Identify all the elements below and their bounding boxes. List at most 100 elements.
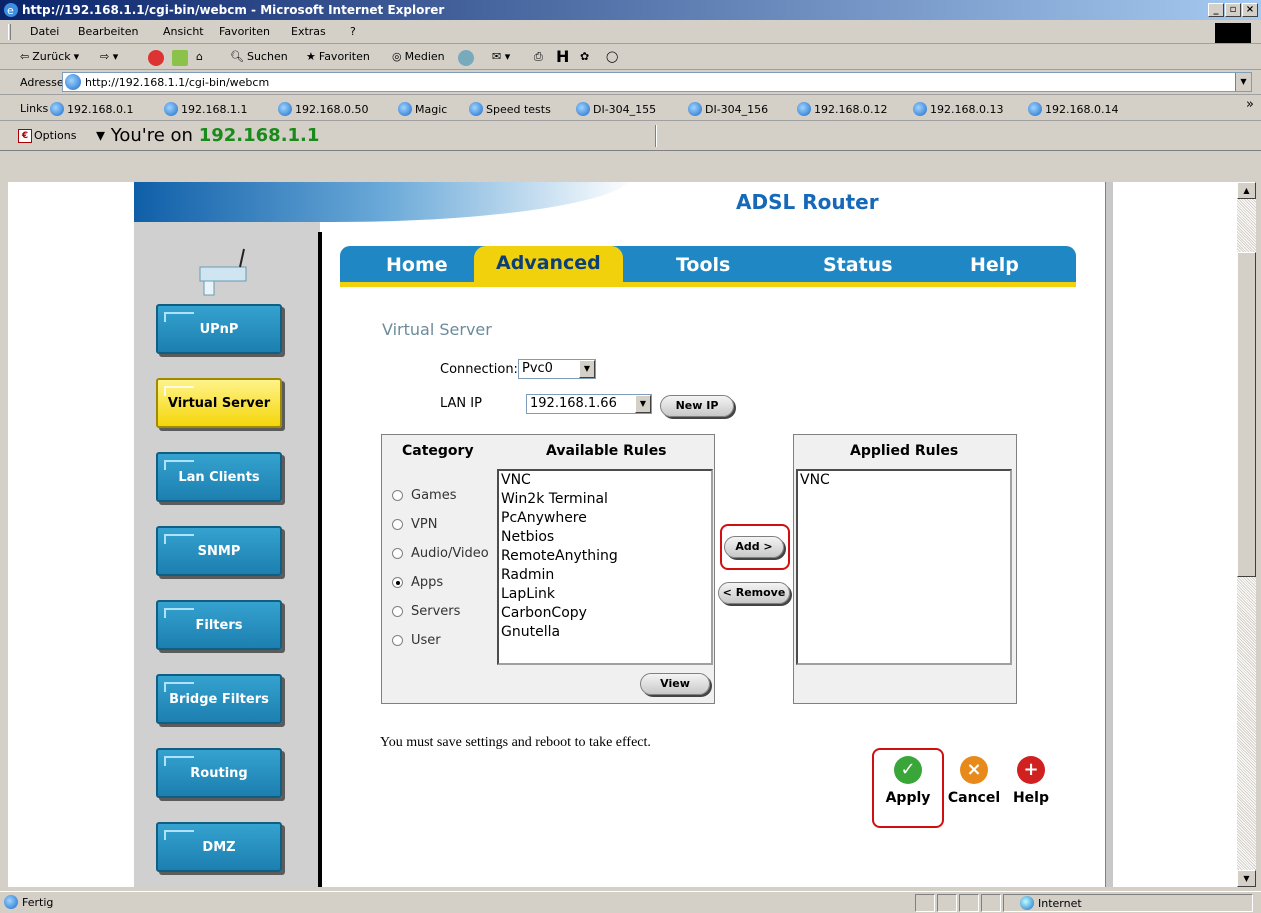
favorites-button[interactable]: ★ Favoriten	[306, 50, 370, 63]
link-item[interactable]: Magic	[398, 102, 447, 116]
category-radio-vpn[interactable]: VPN	[392, 517, 437, 532]
radio-label: Audio/Video	[411, 546, 489, 561]
link-item[interactable]: 192.168.0.50	[278, 102, 368, 116]
category-radio-apps[interactable]: Apps	[392, 575, 443, 590]
link-item[interactable]: 192.168.0.12	[797, 102, 887, 116]
home-button[interactable]: ⌂	[196, 50, 203, 63]
search-button[interactable]: 🔍︎ Suchen	[230, 50, 288, 63]
options-button[interactable]: Options	[34, 129, 76, 142]
list-item[interactable]: Win2k Terminal	[501, 490, 711, 509]
menu-datei[interactable]: Datei	[30, 25, 59, 38]
link-label: 192.168.1.1	[181, 102, 248, 116]
scroll-thumb[interactable]	[1237, 252, 1256, 577]
category-radio-games[interactable]: Games	[392, 488, 456, 503]
list-item[interactable]: CarbonCopy	[501, 604, 711, 623]
flower-icon: ✿	[580, 50, 590, 63]
sidebar-snmp-button[interactable]: SNMP	[156, 526, 282, 576]
sidebar-filters-button[interactable]: Filters	[156, 600, 282, 650]
messenger-button[interactable]: ◯	[606, 50, 618, 63]
scroll-down-icon[interactable]: ▼	[1237, 870, 1256, 887]
ie-link-icon	[1028, 102, 1042, 116]
remove-button[interactable]: < Remove	[718, 582, 790, 604]
sidebar-lan-clients-button[interactable]: Lan Clients	[156, 452, 282, 502]
category-radio-audio-video[interactable]: Audio/Video	[392, 546, 489, 561]
list-item[interactable]: VNC	[800, 471, 1010, 490]
new-ip-button[interactable]: New IP	[660, 395, 734, 417]
add-button[interactable]: Add >	[724, 536, 784, 558]
list-item[interactable]: PcAnywhere	[501, 509, 711, 528]
window-title-bar[interactable]: e http://192.168.1.1/cgi-bin/webcm - Mic…	[0, 0, 1261, 20]
sidebar-virtual-server-button[interactable]: Virtual Server	[156, 378, 282, 428]
forward-button[interactable]: ⇨ ▾	[100, 50, 118, 63]
h-icon: H	[556, 47, 570, 66]
links-more-chevron[interactable]: »	[1246, 97, 1254, 112]
list-item[interactable]: Gnutella	[501, 623, 711, 642]
address-dropdown-icon[interactable]: ▼	[1235, 73, 1251, 91]
link-item[interactable]: 192.168.0.13	[913, 102, 1003, 116]
tab-advanced[interactable]: Advanced	[474, 246, 623, 286]
menu-extras[interactable]: Extras	[291, 25, 326, 38]
vertical-scrollbar[interactable]: ▲ ▼	[1237, 182, 1256, 887]
sidebar-upnp-button[interactable]: UPnP	[156, 304, 282, 354]
list-item[interactable]: Radmin	[501, 566, 711, 585]
link-label: DI-304_156	[705, 102, 769, 116]
list-item[interactable]: Netbios	[501, 528, 711, 547]
connection-select[interactable]: Pvc0 ▼	[518, 359, 596, 379]
back-button[interactable]: ⇦ Zurück ▾	[20, 50, 79, 63]
applied-rules-list[interactable]: VNC	[796, 469, 1012, 665]
refresh-button[interactable]	[172, 50, 188, 66]
list-item[interactable]: LapLink	[501, 585, 711, 604]
lan-ip-value: 192.168.1.66	[530, 396, 617, 411]
view-button[interactable]: View	[640, 673, 710, 695]
tab-home[interactable]: Home	[386, 254, 448, 276]
help-button[interactable]: + Help	[1008, 756, 1054, 806]
sidebar-dmz-button[interactable]: DMZ	[156, 822, 282, 872]
mail-button[interactable]: ✉ ▾	[492, 50, 510, 63]
link-item[interactable]: DI-304_155	[576, 102, 656, 116]
address-url: http://192.168.1.1/cgi-bin/webcm	[85, 76, 270, 89]
address-input[interactable]: http://192.168.1.1/cgi-bin/webcm ▼	[62, 72, 1252, 92]
link-item[interactable]: 192.168.0.14	[1028, 102, 1118, 116]
cancel-button[interactable]: × Cancel	[944, 756, 1004, 806]
radio-icon	[392, 635, 403, 646]
tab-help[interactable]: Help	[970, 254, 1019, 276]
address-bar: Adresse http://192.168.1.1/cgi-bin/webcm…	[0, 70, 1261, 95]
tab-underline	[340, 282, 1076, 287]
available-rules-list[interactable]: VNC Win2k Terminal PcAnywhere Netbios Re…	[497, 469, 713, 665]
print-button[interactable]: ⎙	[534, 50, 543, 64]
menu-favoriten[interactable]: Favoriten	[219, 25, 270, 38]
h-button[interactable]: H	[556, 47, 569, 66]
media-button[interactable]: ◎ Medien	[392, 50, 445, 63]
chevron-down-icon: ▼	[635, 395, 651, 413]
radio-label: Games	[411, 488, 457, 503]
list-item[interactable]: RemoteAnything	[501, 547, 711, 566]
link-item[interactable]: Speed tests	[469, 102, 551, 116]
scroll-up-icon[interactable]: ▲	[1237, 182, 1256, 199]
toolbar-grip[interactable]	[8, 24, 11, 40]
zone-label: Internet	[1038, 896, 1082, 910]
toolbar-separator	[655, 125, 657, 147]
list-item[interactable]: VNC	[501, 471, 711, 490]
minimize-button[interactable]: _	[1208, 3, 1224, 17]
extension-button[interactable]: ✿	[580, 50, 589, 63]
link-item[interactable]: 192.168.1.1	[164, 102, 247, 116]
link-item[interactable]: 192.168.0.1	[50, 102, 133, 116]
apply-button[interactable]: ✓ Apply	[878, 756, 938, 806]
category-radio-user[interactable]: User	[392, 633, 441, 648]
lan-ip-select[interactable]: 192.168.1.66 ▼	[526, 394, 652, 414]
close-button[interactable]: ×	[1242, 3, 1258, 17]
maximize-button[interactable]: ▫	[1225, 3, 1241, 17]
link-item[interactable]: DI-304_156	[688, 102, 768, 116]
category-radio-servers[interactable]: Servers	[392, 604, 460, 619]
link-label: 192.168.0.1	[67, 102, 134, 116]
tab-status[interactable]: Status	[823, 254, 893, 276]
menu-bearbeiten[interactable]: Bearbeiten	[78, 25, 138, 38]
stop-button[interactable]	[148, 50, 164, 66]
menu-ansicht[interactable]: Ansicht	[163, 25, 204, 38]
history-button[interactable]	[458, 50, 474, 66]
sidebar-routing-button[interactable]: Routing	[156, 748, 282, 798]
sidebar-bridge-filters-button[interactable]: Bridge Filters	[156, 674, 282, 724]
tab-tools[interactable]: Tools	[676, 254, 730, 276]
menu-help[interactable]: ?	[350, 25, 356, 38]
chevron-down-icon: ▼	[579, 360, 595, 378]
